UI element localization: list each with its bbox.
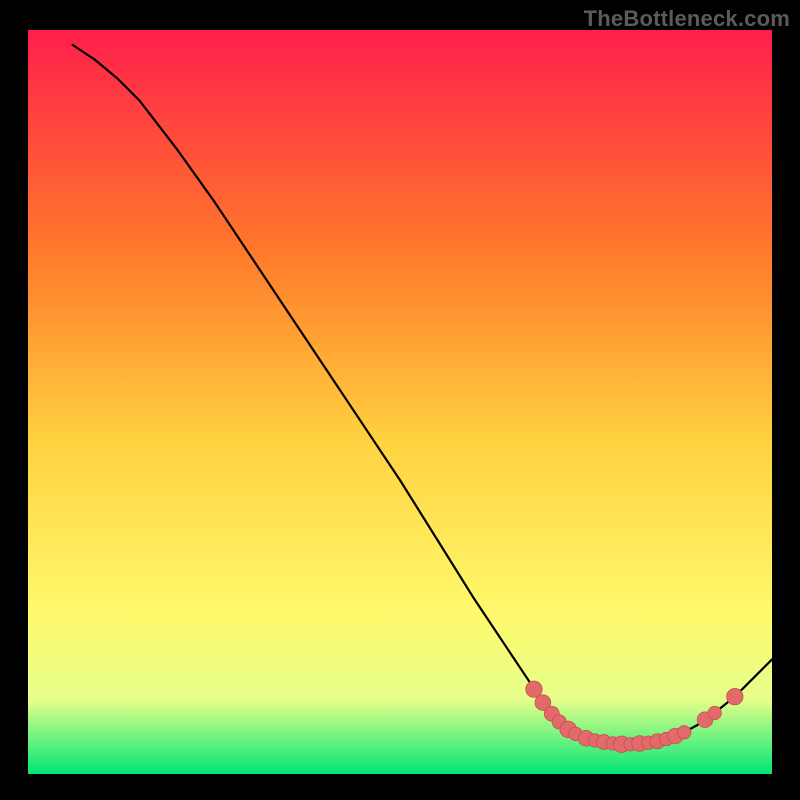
- chart-plot-area: [28, 30, 772, 774]
- chart-svg: [28, 30, 772, 774]
- chart-dot: [727, 688, 743, 704]
- chart-dot: [708, 706, 721, 719]
- chart-dot: [677, 726, 690, 739]
- watermark-text: TheBottleneck.com: [584, 6, 790, 32]
- chart-dot: [526, 681, 542, 697]
- chart-background: [28, 30, 772, 774]
